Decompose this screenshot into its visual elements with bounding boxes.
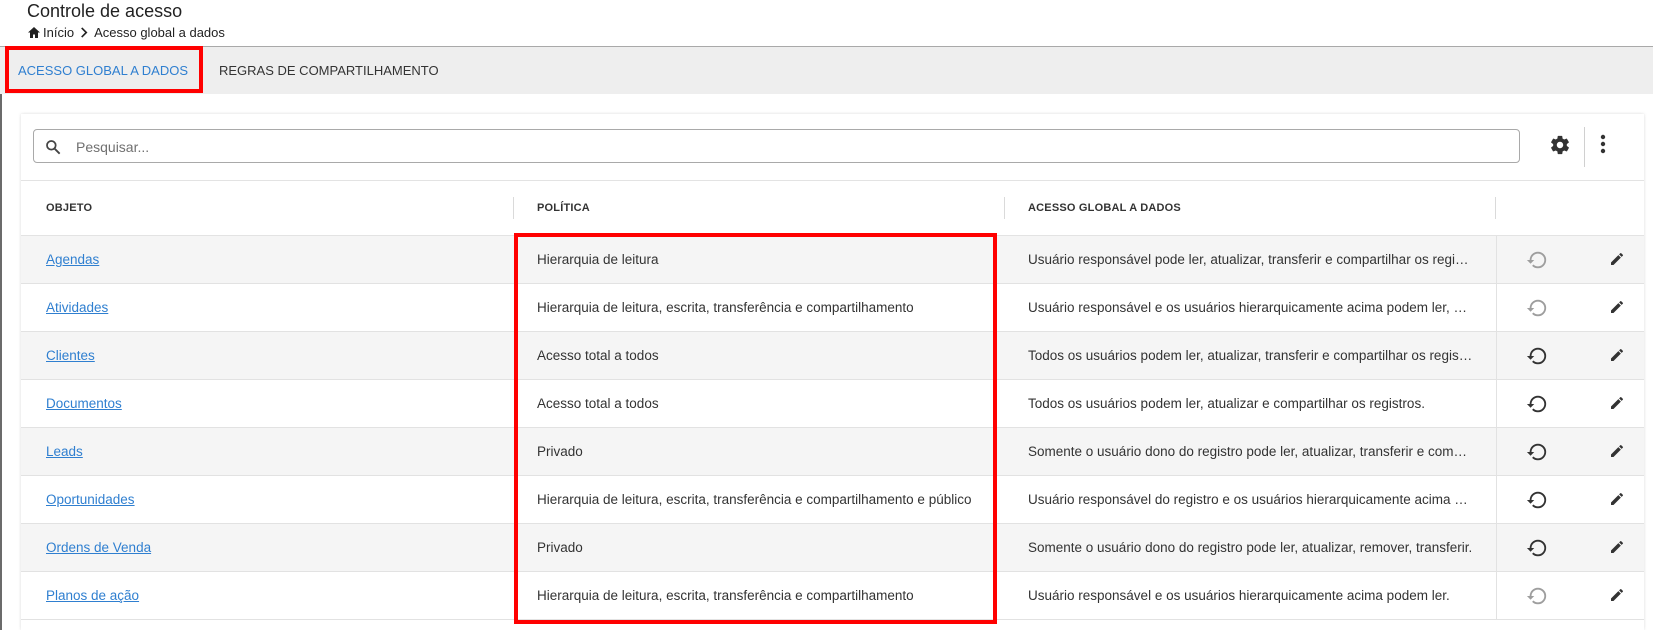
row-actions <box>1496 572 1645 619</box>
cell-objeto: Agendas <box>46 236 486 283</box>
table-body: Agendas Hierarquia de leitura Usuário resp… <box>21 236 1644 620</box>
toolbar-divider <box>1584 127 1585 167</box>
edit-pencil-icon[interactable] <box>1609 251 1625 272</box>
edit-pencil-icon[interactable] <box>1609 299 1625 320</box>
cell-objeto: Clientes <box>46 332 486 379</box>
active-tab-indicator <box>8 91 198 93</box>
cell-politica: Hierarquia de leitura <box>537 252 659 267</box>
tab-acesso-global[interactable]: ACESSO GLOBAL A DADOS <box>18 47 188 94</box>
cell-objeto: Ordens de Venda <box>46 524 486 571</box>
reset-icon <box>1526 249 1548 276</box>
reset-icon <box>1526 297 1548 324</box>
search-input[interactable] <box>74 133 1498 161</box>
cell-acesso: Usuário responsável do registro e os usu… <box>1028 492 1473 507</box>
breadcrumb: Início Acesso global a dados <box>28 25 225 40</box>
home-icon <box>28 27 40 38</box>
gear-icon[interactable] <box>1549 134 1571 161</box>
chevron-right-icon <box>80 27 88 38</box>
cell-acesso: Todos os usuários podem ler, atualizar, … <box>1028 348 1473 363</box>
row-actions <box>1496 380 1645 427</box>
table-row: Agendas Hierarquia de leitura Usuário resp… <box>21 236 1644 284</box>
breadcrumb-home-label: Início <box>43 25 75 40</box>
row-actions <box>1496 284 1645 331</box>
table-header: OBJETO POLÍTICA ACESSO GLOBAL A DADOS <box>21 180 1644 236</box>
cell-objeto: Leads <box>46 428 486 475</box>
row-actions <box>1496 476 1645 523</box>
reset-icon[interactable] <box>1526 441 1548 468</box>
object-link[interactable]: Agendas <box>46 252 99 267</box>
row-actions <box>1496 332 1645 379</box>
table-row: Leads Privado Somente o usuário dono do re… <box>21 428 1644 476</box>
cell-politica: Hierarquia de leitura, escrita, transfer… <box>537 492 972 507</box>
cell-acesso: Somente o usuário dono do registro pode … <box>1028 540 1473 555</box>
cell-acesso: Somente o usuário dono do registro pode … <box>1028 444 1473 459</box>
cell-acesso: Usuário responsável pode ler, atualizar,… <box>1028 252 1473 267</box>
edit-pencil-icon[interactable] <box>1609 587 1625 608</box>
column-header-politica[interactable]: POLÍTICA <box>537 181 590 235</box>
object-link[interactable]: Leads <box>46 444 83 459</box>
page-title: Controle de acesso <box>27 1 183 21</box>
edit-pencil-icon[interactable] <box>1609 395 1625 416</box>
cell-acesso: Todos os usuários podem ler, atualizar e… <box>1028 396 1425 411</box>
column-divider <box>1495 197 1496 219</box>
reset-icon[interactable] <box>1526 393 1548 420</box>
table-row: Planos de ação Hierarquia de leitura, esc… <box>21 572 1644 620</box>
table-row: Clientes Acesso total a todos Todos os usu… <box>21 332 1644 380</box>
cell-acesso: Usuário responsável e os usuários hierar… <box>1028 588 1450 603</box>
reset-icon[interactable] <box>1526 345 1548 372</box>
cell-objeto: Documentos <box>46 380 486 427</box>
search-box <box>33 129 1520 163</box>
breadcrumb-current: Acesso global a dados <box>94 25 225 40</box>
tab-bar: ACESSO GLOBAL A DADOS REGRAS DE COMPARTI… <box>0 47 1653 94</box>
row-actions <box>1496 428 1645 475</box>
column-header-objeto[interactable]: OBJETO <box>46 181 92 235</box>
reset-icon <box>1526 585 1548 612</box>
cell-politica: Hierarquia de leitura, escrita, transfer… <box>537 300 914 315</box>
cell-politica: Acesso total a todos <box>537 396 659 411</box>
column-header-acesso[interactable]: ACESSO GLOBAL A DADOS <box>1028 181 1181 235</box>
column-divider <box>513 197 514 219</box>
edit-pencil-icon[interactable] <box>1609 443 1625 464</box>
object-link[interactable]: Planos de ação <box>46 588 139 603</box>
row-actions <box>1496 524 1645 571</box>
page-header: Controle de acesso Início Acesso global … <box>0 0 1653 47</box>
table-row: Ordens de Venda Privado Somente o usuário … <box>21 524 1644 572</box>
table-card: OBJETO POLÍTICA ACESSO GLOBAL A DADOS Ag… <box>21 114 1644 630</box>
cell-objeto: Planos de ação <box>46 572 486 619</box>
cell-politica: Privado <box>537 444 583 459</box>
reset-icon[interactable] <box>1526 489 1548 516</box>
table-row: Oportunidades Hierarquia de leitura, escr… <box>21 476 1644 524</box>
object-link[interactable]: Ordens de Venda <box>46 540 151 555</box>
object-link[interactable]: Atividades <box>46 300 108 315</box>
cell-politica: Privado <box>537 540 583 555</box>
breadcrumb-home-link[interactable]: Início <box>28 25 74 40</box>
more-vert-icon[interactable] <box>1600 134 1606 159</box>
cell-politica: Hierarquia de leitura, escrita, transfer… <box>537 588 914 603</box>
cell-acesso: Usuário responsável e os usuários hierar… <box>1028 300 1473 315</box>
reset-icon[interactable] <box>1526 537 1548 564</box>
edit-pencil-icon[interactable] <box>1609 347 1625 368</box>
cell-objeto: Oportunidades <box>46 476 486 523</box>
window-left-edge <box>0 0 2 630</box>
row-actions <box>1496 236 1645 283</box>
object-link[interactable]: Clientes <box>46 348 95 363</box>
cell-objeto: Atividades <box>46 284 486 331</box>
column-divider <box>1004 197 1005 219</box>
edit-pencil-icon[interactable] <box>1609 491 1625 512</box>
table-row: Documentos Acesso total a todos Todos os u… <box>21 380 1644 428</box>
object-link[interactable]: Oportunidades <box>46 492 135 507</box>
edit-pencil-icon[interactable] <box>1609 539 1625 560</box>
object-link[interactable]: Documentos <box>46 396 122 411</box>
table-row: Atividades Hierarquia de leitura, escrita… <box>21 284 1644 332</box>
cell-politica: Acesso total a todos <box>537 348 659 363</box>
tab-regras-compartilhamento[interactable]: REGRAS DE COMPARTILHAMENTO <box>219 47 439 94</box>
